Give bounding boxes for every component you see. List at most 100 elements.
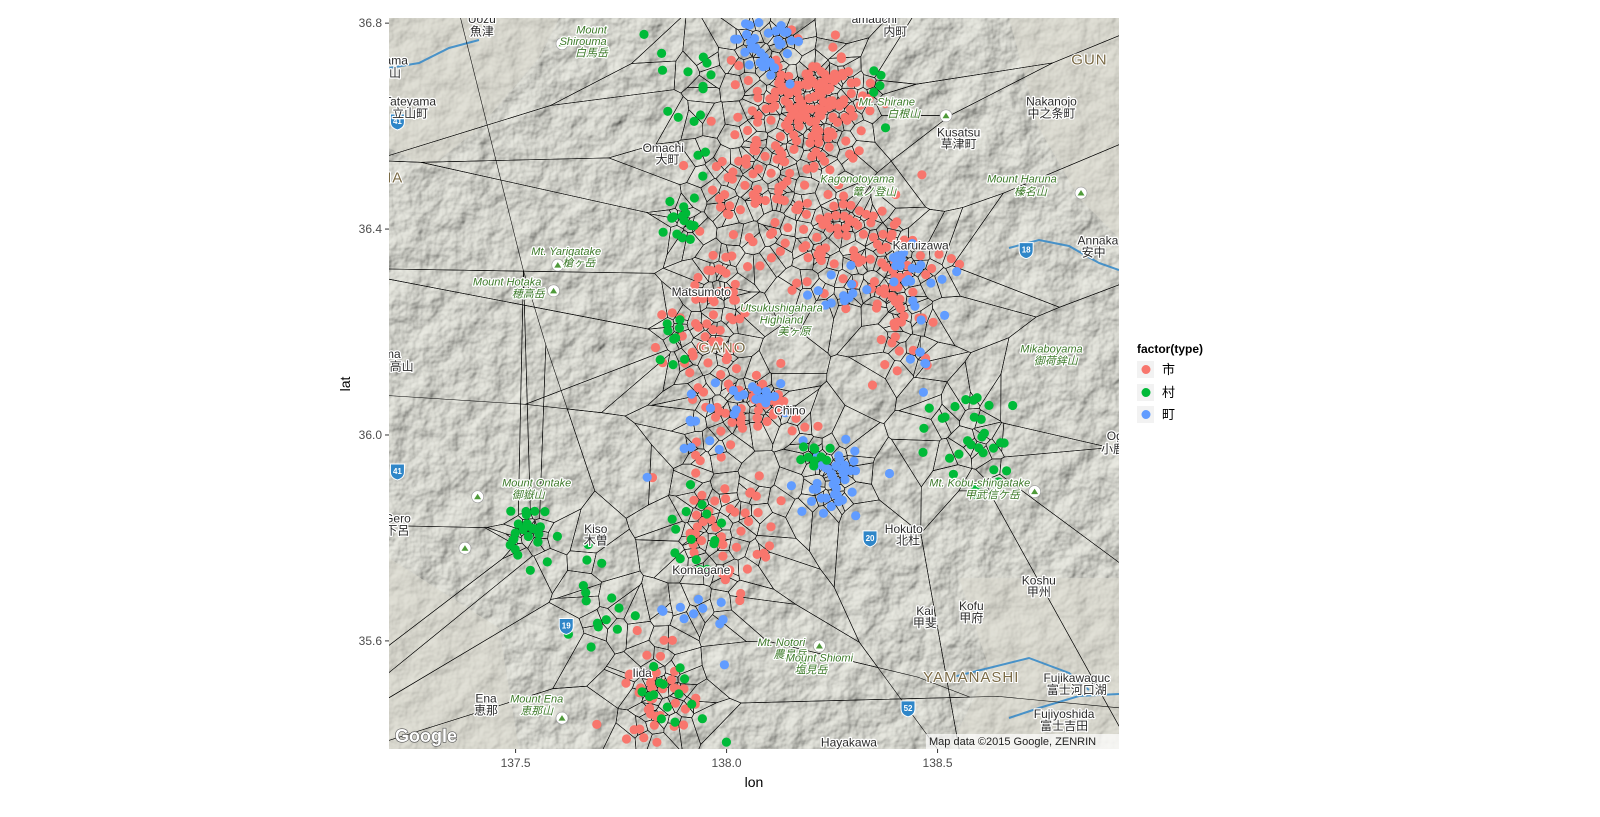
point-shi [731,542,742,552]
point-son [954,449,964,459]
point-son [1008,400,1018,411]
point-shi [707,185,718,195]
point-cho [851,511,861,521]
point-cho [831,461,841,471]
point-son [700,147,711,157]
point-shi [946,254,956,264]
point-shi [784,98,794,109]
point-shi [824,142,834,152]
place-label: 下呂 [385,523,409,537]
point-shi [876,335,886,345]
point-shi [794,121,804,131]
point-son [530,506,540,516]
point-shi [831,210,841,221]
point-son [597,558,607,568]
point-cho [915,347,925,357]
point-son [665,196,675,207]
point-shi [854,146,864,156]
point-cho [705,403,716,413]
point-shi [714,193,725,204]
point-son [525,565,535,575]
point-shi [747,106,757,116]
point-shi [832,117,843,127]
point-shi [776,195,786,205]
voronoi-map-chart: 414118192052Uozu魚津yama富山Tateyama立山町Mount… [337,16,1203,790]
point-shi [877,258,887,268]
point-shi [632,625,642,636]
point-son [689,193,700,203]
point-shi [754,164,764,174]
point-shi [753,507,763,518]
point-shi [807,151,817,162]
point-cho [826,501,836,512]
point-son [689,116,699,126]
point-shi [708,310,719,320]
point-son [972,393,982,403]
point-cho [918,387,929,397]
point-son [656,714,667,724]
point-shi [726,55,736,65]
point-shi [655,651,666,661]
place-label: 安中 [1082,244,1106,259]
point-son [662,702,673,712]
place-label: 騨 [375,292,387,307]
mountain-peak-icon [1028,485,1041,498]
point-shi [724,210,734,220]
point-shi [730,279,740,289]
place-label: 草津町 [941,137,977,151]
place-label: 木曽 [584,533,608,548]
point-shi [801,209,812,219]
place-label: 立山町 [392,105,428,120]
place-label: Chino [774,403,806,417]
point-shi [710,496,720,506]
mountain-peak-icon [939,109,953,123]
point-shi [760,195,771,206]
point-shi [888,293,898,303]
point-shi [845,105,856,115]
y-axis-title: lat [337,377,353,392]
point-cho [733,34,743,44]
attribution-group: Map data ©2015 Google, ZENRIN [926,734,1119,749]
point-cho [774,40,785,50]
point-son [672,229,682,239]
point-shi [774,186,784,196]
point-shi [718,551,728,561]
point-shi [743,125,753,136]
x-tick-label: 138.5 [923,756,953,770]
point-son [657,65,668,75]
point-shi [766,168,776,178]
point-shi [727,417,737,427]
point-shi [755,261,765,271]
place-label: Matsumoto [672,285,732,299]
route-shield-label: 52 [904,704,913,713]
place-label: 御荷鉾山 [1034,354,1079,367]
place-label: Mt. Kobu-shingatake [929,477,1030,489]
point-shi [775,132,786,142]
point-son [667,514,677,524]
point-cho [785,79,795,89]
point-cho [755,58,765,68]
point-shi [754,471,764,481]
place-label: Mikaboyama [1020,344,1082,356]
point-cho [837,495,848,505]
point-shi [858,229,869,239]
place-label: 小鹿野 [1101,441,1137,456]
google-logo-group: Google [394,725,457,746]
point-shi [892,366,902,376]
point-son [614,603,624,613]
point-son [721,737,732,747]
point-son [710,535,720,546]
point-shi [736,526,746,536]
point-son [680,674,690,684]
point-son [698,171,708,181]
point-shi [866,218,876,228]
point-son [919,423,929,433]
point-son [918,447,928,457]
place-label: 富山 [377,65,401,80]
point-shi [846,200,856,210]
point-son [716,518,727,528]
point-shi [649,720,659,730]
point-shi [818,105,828,116]
point-cho [846,260,856,270]
point-shi [787,426,797,436]
